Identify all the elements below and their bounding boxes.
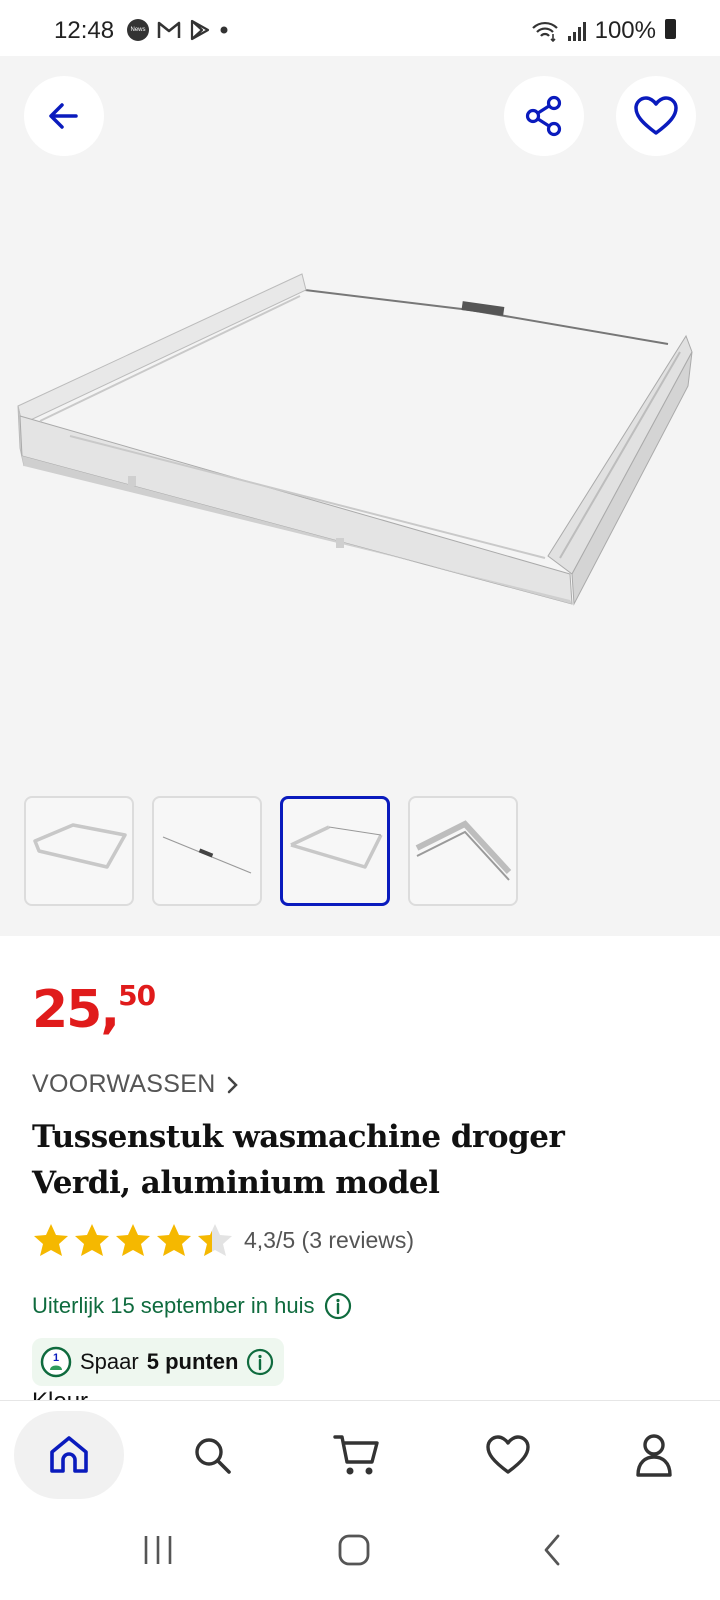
star-icon	[157, 1224, 191, 1256]
thumbnail-image	[162, 836, 252, 874]
price-decimals: 50	[118, 979, 156, 1012]
notification-dot	[220, 26, 228, 34]
loyalty-points-badge: 1 Spaar 5 punten	[32, 1338, 285, 1386]
cart-icon	[333, 1435, 379, 1475]
status-time: 12:48	[54, 17, 115, 44]
gmail-icon	[157, 21, 181, 38]
thumbnail-4[interactable]	[408, 796, 518, 906]
status-bar: 12:48 News 100%	[0, 0, 720, 56]
category-link[interactable]: VOORWASSEN	[32, 1070, 240, 1099]
news-icon: News	[127, 19, 149, 41]
thumbnail-1[interactable]	[24, 796, 134, 906]
star-icon	[116, 1224, 150, 1256]
nav-search[interactable]	[160, 1413, 264, 1497]
star-icon	[34, 1224, 68, 1256]
status-system-icons: 100%	[531, 17, 676, 45]
heart-icon	[634, 96, 678, 135]
thumbnail-image	[415, 820, 512, 881]
star-icon	[75, 1224, 109, 1256]
product-main-image[interactable]	[0, 256, 720, 696]
bottom-navigation	[0, 1400, 720, 1502]
wifi-icon	[531, 21, 558, 42]
recent-apps-icon	[144, 1536, 172, 1564]
heart-icon	[486, 1435, 530, 1474]
info-icon[interactable]	[324, 1292, 352, 1320]
share-icon	[525, 95, 562, 137]
back-button[interactable]	[24, 76, 104, 156]
battery-percentage: 100%	[594, 17, 656, 44]
back-system-button[interactable]	[538, 1532, 568, 1568]
home-icon	[50, 1436, 88, 1473]
system-navigation-bar	[0, 1502, 720, 1600]
arrow-left-icon	[49, 103, 78, 129]
product-title: Tussenstuk wasmachine droger Verdi, alum…	[32, 1119, 565, 1201]
status-notification-icons: News	[127, 19, 229, 41]
nav-home[interactable]	[14, 1411, 124, 1499]
delivery-text: Uiterlijk 15 september in huis	[32, 1293, 315, 1318]
rating-summary: 4,3/5 (3 reviews)	[244, 1226, 415, 1253]
account-icon	[636, 1434, 672, 1477]
thumbnail-3[interactable]	[280, 796, 390, 906]
chevron-left-icon	[544, 1534, 560, 1566]
delivery-info: Uiterlijk 15 september in huis	[32, 1292, 352, 1320]
search-icon	[195, 1438, 231, 1474]
thumbnail-image	[33, 823, 127, 869]
chevron-right-icon	[227, 1076, 238, 1093]
points-icon: 1	[40, 1346, 72, 1378]
svg-text:1: 1	[53, 1352, 59, 1364]
thumbnail-strip	[24, 796, 518, 906]
wire-tensioner	[461, 301, 505, 316]
nav-account[interactable]	[602, 1413, 706, 1497]
nav-cart[interactable]	[305, 1413, 409, 1497]
signal-icon	[567, 22, 586, 41]
product-price: 25,50	[32, 979, 156, 1040]
thumbnail-2[interactable]	[152, 796, 262, 906]
play-store-icon	[190, 19, 210, 41]
product-rating[interactable]: 4,3/5 (3 reviews)	[32, 1222, 414, 1258]
points-value: 5 punten	[146, 1349, 239, 1374]
share-button[interactable]	[504, 76, 584, 156]
favorite-button[interactable]	[616, 76, 696, 156]
price-integer: 25,	[32, 980, 120, 1040]
product-gallery	[0, 56, 720, 936]
recent-apps-button[interactable]	[140, 1532, 176, 1568]
rating-stars	[32, 1222, 234, 1258]
info-icon[interactable]	[246, 1348, 274, 1376]
home-square-icon	[338, 1534, 370, 1566]
points-prefix: Spaar	[80, 1349, 139, 1374]
category-label: VOORWASSEN	[32, 1070, 216, 1098]
nav-wishlist[interactable]	[456, 1413, 560, 1497]
home-system-button[interactable]	[336, 1532, 372, 1568]
battery-icon	[665, 19, 676, 39]
thumbnail-image	[290, 825, 383, 869]
star-partial-icon	[198, 1224, 232, 1256]
